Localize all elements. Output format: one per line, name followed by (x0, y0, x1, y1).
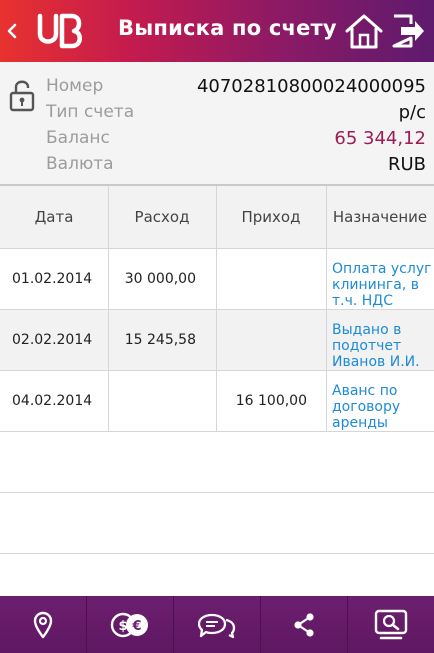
purpose-line: аренды (332, 415, 388, 431)
purpose-line: Аванс по (332, 383, 398, 399)
row-purpose[interactable]: Оплата услуг клининга, в т.ч. НДС (332, 249, 432, 310)
nav-search-button[interactable] (348, 596, 434, 653)
column-divider (216, 186, 217, 248)
row-date: 01.02.2014 (12, 271, 93, 287)
balance-value: 65 344,12 (334, 128, 426, 149)
table-row[interactable]: 02.02.2014 15 245,58 Выдано в подотчет И… (0, 310, 434, 371)
row-purpose[interactable]: Аванс по договору аренды (332, 371, 432, 432)
column-header-date[interactable]: Дата (0, 186, 108, 249)
column-header-expense[interactable]: Расход (108, 186, 216, 249)
svg-text:€: € (131, 619, 141, 634)
home-icon[interactable] (344, 12, 384, 50)
row-expense: 15 245,58 (124, 332, 196, 348)
account-number-label: Номер (46, 76, 104, 96)
nav-share-button[interactable] (261, 596, 347, 653)
purpose-line: Выдано в (332, 322, 402, 338)
purpose-line: Оплата услуг (332, 261, 432, 277)
row-expense: 30 000,00 (124, 271, 196, 287)
currency-value: RUB (387, 154, 426, 175)
currency-row: Валюта RUB (46, 154, 426, 180)
account-number-row: Номер 40702810800024000095 (46, 76, 426, 102)
bank-logo-icon (37, 13, 82, 49)
purpose-line: договору (332, 399, 401, 415)
column-divider (326, 186, 327, 248)
column-divider (108, 249, 109, 309)
row-expense (108, 371, 196, 432)
column-divider (216, 310, 217, 370)
lock-open-icon[interactable] (9, 78, 35, 112)
bottom-nav: $ € (0, 596, 434, 653)
location-pin-icon (33, 611, 53, 638)
row-income: 16 100,00 (235, 393, 307, 409)
account-type-row: Тип счета р/с (46, 102, 426, 128)
account-number-value: 40702810800024000095 (196, 76, 426, 97)
back-arrow-icon[interactable] (4, 18, 20, 44)
row-income (216, 249, 307, 310)
table-row[interactable]: 04.02.2014 16 100,00 Аванс по договору а… (0, 371, 434, 432)
table-header: Дата Расход Приход Назначение (0, 186, 434, 249)
balance-row: Баланс 65 344,12 (46, 128, 426, 154)
purpose-line: клининга, в (332, 277, 419, 293)
table-row[interactable]: 01.02.2014 30 000,00 Оплата услуг клинин… (0, 249, 434, 310)
row-income (216, 310, 307, 371)
account-type-value: р/с (398, 102, 426, 123)
app-header: Выписка по счету (0, 0, 434, 62)
exit-icon[interactable] (391, 12, 427, 50)
search-screen-icon (374, 609, 408, 639)
statement-table: Дата Расход Приход Назначение 01.02.2014… (0, 186, 434, 554)
column-divider (216, 249, 217, 309)
row-date: 04.02.2014 (12, 393, 93, 409)
nav-branches-button[interactable] (0, 596, 86, 653)
purpose-line: подотчет (332, 338, 402, 354)
share-icon (294, 612, 314, 637)
empty-row (0, 493, 434, 554)
row-purpose[interactable]: Выдано в подотчет Иванов И.И. (332, 310, 432, 371)
column-divider (108, 371, 109, 431)
column-header-purpose[interactable]: Назначение (326, 186, 434, 249)
currency-exchange-icon: $ € (110, 612, 148, 637)
column-divider (326, 371, 327, 431)
column-divider (326, 249, 327, 309)
purpose-line: т.ч. НДС (332, 293, 394, 309)
purpose-line: Иванов И.И. (332, 354, 420, 370)
column-divider (108, 186, 109, 248)
nav-rates-button[interactable]: $ € (87, 596, 173, 653)
column-divider (326, 310, 327, 370)
account-type-label: Тип счета (46, 102, 135, 122)
column-divider (216, 371, 217, 431)
empty-row (0, 432, 434, 493)
currency-label: Валюта (46, 154, 114, 174)
account-info: Номер 40702810800024000095 Тип счета р/с… (0, 62, 434, 186)
nav-chat-button[interactable] (174, 596, 260, 653)
balance-label: Баланс (46, 128, 110, 148)
column-header-income[interactable]: Приход (216, 186, 326, 249)
chat-icon (198, 613, 236, 638)
column-divider (108, 310, 109, 370)
page-title: Выписка по счету (118, 16, 337, 40)
row-date: 02.02.2014 (12, 332, 93, 348)
